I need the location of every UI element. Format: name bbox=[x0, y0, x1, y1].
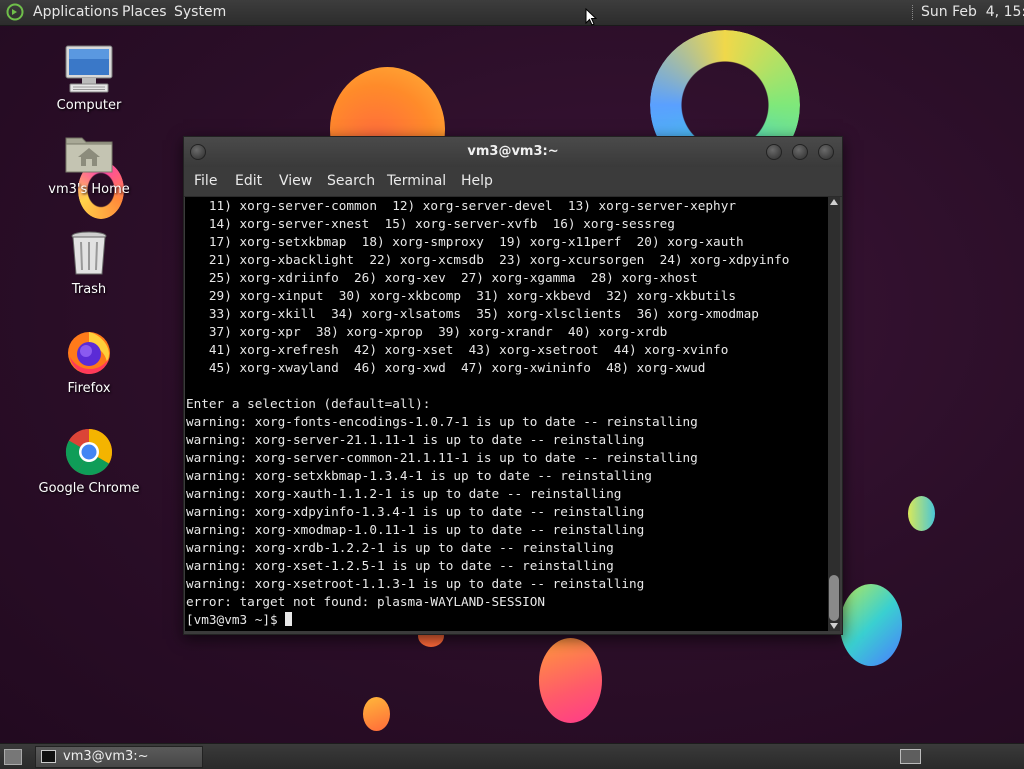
terminal-line: warning: xorg-xdpyinfo-1.3.4-1 is up to … bbox=[186, 504, 645, 519]
terminal-line: 21) xorg-xbacklight 22) xorg-xcmsdb 23) … bbox=[186, 252, 790, 267]
taskbar-button-label: vm3@vm3:~ bbox=[63, 749, 149, 764]
close-button[interactable] bbox=[818, 144, 834, 160]
wallpaper-blob-small-orange bbox=[363, 697, 390, 731]
maximize-button[interactable] bbox=[792, 144, 808, 160]
terminal-icon bbox=[41, 750, 56, 763]
desktop-icon-trash[interactable]: Trash bbox=[34, 228, 144, 297]
desktop-icon-firefox[interactable]: Firefox bbox=[34, 327, 144, 396]
menu-search[interactable]: Search bbox=[327, 173, 375, 189]
workspace-switcher[interactable] bbox=[900, 749, 921, 764]
firefox-icon bbox=[64, 327, 114, 377]
text-cursor bbox=[285, 612, 293, 626]
terminal-line: warning: xorg-xauth-1.1.2-1 is up to dat… bbox=[186, 486, 622, 501]
terminal-line: error: target not found: plasma-WAYLAND-… bbox=[186, 594, 546, 609]
desktop-icon-label: vm3's Home bbox=[48, 182, 130, 197]
wallpaper-blob-small-green bbox=[908, 496, 935, 531]
panel-separator bbox=[912, 5, 915, 20]
wallpaper-blob-red bbox=[539, 638, 602, 723]
bottom-panel: vm3@vm3:~ bbox=[0, 743, 1024, 769]
menu-system[interactable]: System bbox=[174, 4, 226, 20]
desktop-icon-label: Computer bbox=[56, 98, 122, 113]
menu-view[interactable]: View bbox=[279, 173, 312, 189]
terminal-prompt: [vm3@vm3 ~]$ bbox=[186, 612, 286, 627]
terminal-menubar: File Edit View Search Terminal Help bbox=[184, 167, 842, 197]
window-menu-icon[interactable] bbox=[190, 144, 206, 160]
mouse-cursor-icon bbox=[585, 7, 598, 30]
terminal-line: warning: xorg-server-21.1.11-1 is up to … bbox=[186, 432, 645, 447]
desktop-icon-label: Firefox bbox=[67, 381, 111, 396]
menu-edit[interactable]: Edit bbox=[235, 173, 262, 189]
terminal-line: warning: xorg-setxkbmap-1.3.4-1 is up to… bbox=[186, 468, 652, 483]
terminal-scrollbar[interactable] bbox=[828, 197, 840, 631]
desktop-icon-chrome[interactable]: Google Chrome bbox=[34, 427, 144, 496]
menu-applications[interactable]: Applications bbox=[33, 4, 119, 20]
terminal-window[interactable]: vm3@vm3:~ File Edit View Search Terminal… bbox=[183, 136, 843, 635]
scroll-up-arrow-icon[interactable] bbox=[830, 199, 838, 205]
show-desktop-icon[interactable] bbox=[4, 749, 22, 765]
terminal-line: 37) xorg-xpr 38) xorg-xprop 39) xorg-xra… bbox=[186, 324, 668, 339]
window-title: vm3@vm3:~ bbox=[467, 144, 559, 159]
desktop-icon-computer[interactable]: Computer bbox=[34, 44, 144, 113]
wallpaper-blob-blue bbox=[840, 584, 902, 666]
terminal-line: 11) xorg-server-common 12) xorg-server-d… bbox=[186, 198, 736, 213]
menu-terminal[interactable]: Terminal bbox=[387, 173, 446, 189]
trash-icon bbox=[64, 228, 114, 278]
menu-file[interactable]: File bbox=[194, 173, 217, 189]
home-folder-icon bbox=[64, 128, 114, 178]
distro-logo-icon[interactable] bbox=[6, 3, 24, 21]
clock[interactable]: Sun Feb 4, 15:31 bbox=[921, 4, 1024, 20]
terminal-line: 25) xorg-xdriinfo 26) xorg-xev 27) xorg-… bbox=[186, 270, 698, 285]
minimize-button[interactable] bbox=[766, 144, 782, 160]
terminal-line: 14) xorg-server-xnest 15) xorg-server-xv… bbox=[186, 216, 675, 231]
terminal-prompt-line[interactable]: [vm3@vm3 ~]$ bbox=[185, 611, 828, 629]
terminal-line: warning: xorg-xmodmap-1.0.11-1 is up to … bbox=[186, 522, 645, 537]
computer-icon bbox=[64, 44, 114, 94]
terminal-line: 33) xorg-xkill 34) xorg-xlsatoms 35) xor… bbox=[186, 306, 759, 321]
desktop-icon-home[interactable]: vm3's Home bbox=[34, 128, 144, 197]
desktop-icon-label: Trash bbox=[71, 282, 107, 297]
terminal-line: warning: xorg-xset-1.2.5-1 is up to date… bbox=[186, 558, 614, 573]
window-titlebar[interactable]: vm3@vm3:~ bbox=[184, 137, 842, 167]
terminal-output[interactable]: 11) xorg-server-common 12) xorg-server-d… bbox=[185, 197, 828, 631]
terminal-line: 17) xorg-setxkbmap 18) xorg-smproxy 19) … bbox=[186, 234, 744, 249]
taskbar-button-terminal[interactable]: vm3@vm3:~ bbox=[35, 746, 203, 768]
terminal-line: warning: xorg-server-common-21.1.11-1 is… bbox=[186, 450, 698, 465]
terminal-line bbox=[185, 377, 828, 395]
terminal-line: Enter a selection (default=all): bbox=[186, 396, 431, 411]
terminal-line: 45) xorg-xwayland 46) xorg-xwd 47) xorg-… bbox=[186, 360, 706, 375]
terminal-line: 41) xorg-xrefresh 42) xorg-xset 43) xorg… bbox=[186, 342, 729, 357]
desktop-icon-label: Google Chrome bbox=[38, 481, 140, 496]
top-panel: Applications Places System Sun Feb 4, 15… bbox=[0, 0, 1024, 26]
scrollbar-thumb[interactable] bbox=[829, 575, 839, 621]
menu-help[interactable]: Help bbox=[461, 173, 493, 189]
terminal-line: warning: xorg-xsetroot-1.1.3-1 is up to … bbox=[186, 576, 645, 591]
menu-places[interactable]: Places bbox=[122, 4, 167, 20]
terminal-line: warning: xorg-xrdb-1.2.2-1 is up to date… bbox=[186, 540, 614, 555]
terminal-line: warning: xorg-fonts-encodings-1.0.7-1 is… bbox=[186, 414, 698, 429]
scroll-down-arrow-icon[interactable] bbox=[830, 623, 838, 629]
chrome-icon bbox=[64, 427, 114, 477]
terminal-line: 29) xorg-xinput 30) xorg-xkbcomp 31) xor… bbox=[186, 288, 736, 303]
